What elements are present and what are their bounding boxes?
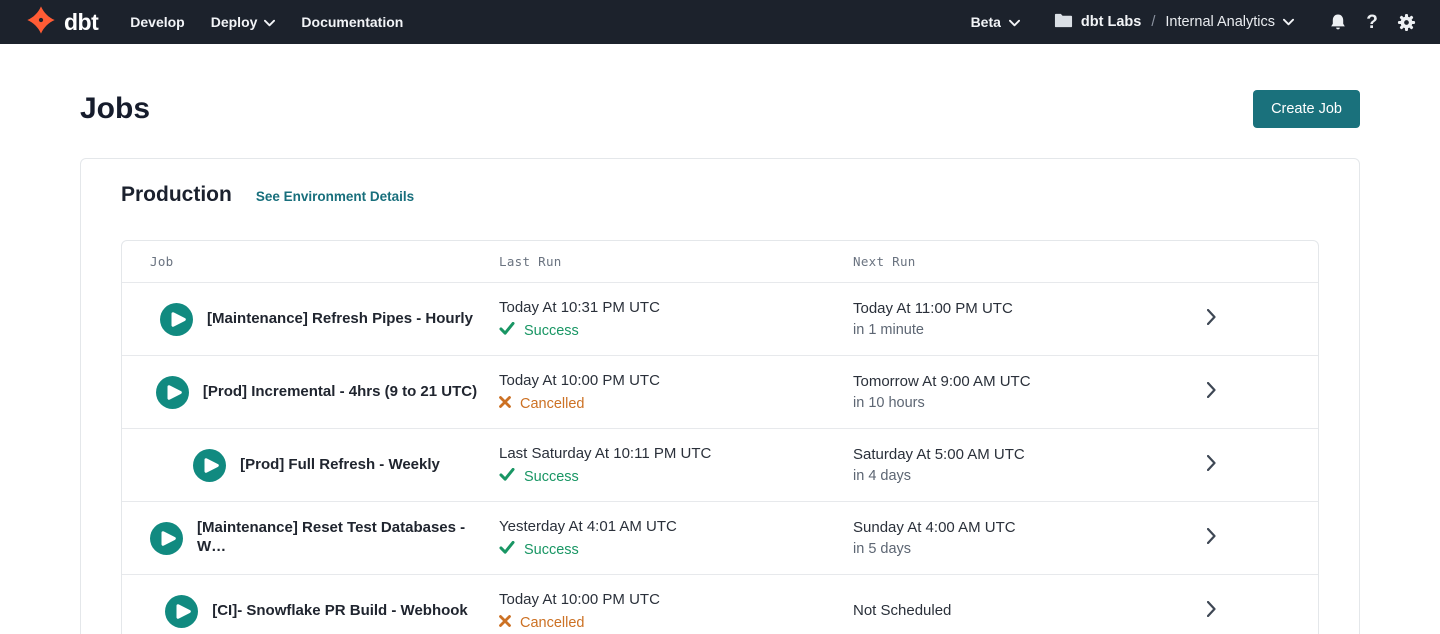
project-name: Internal Analytics [1165, 14, 1275, 30]
last-run-status: Success [499, 322, 853, 340]
table-row[interactable]: [Prod] Full Refresh - Weekly Last Saturd… [122, 428, 1318, 501]
table-row[interactable]: [Prod] Incremental - 4hrs (9 to 21 UTC) … [122, 355, 1318, 428]
column-header-next-run: Next Run [853, 254, 1104, 269]
environment-name: Production [121, 183, 232, 207]
create-job-button[interactable]: Create Job [1253, 90, 1360, 128]
status-label: Cancelled [520, 615, 585, 631]
next-run-relative: in 1 minute [853, 322, 1104, 339]
environment-card: Production See Environment Details Job L… [80, 158, 1360, 634]
job-name: [Maintenance] Reset Test Databases - W… [197, 519, 483, 557]
chevron-right-icon[interactable] [1207, 601, 1216, 622]
see-environment-details-link[interactable]: See Environment Details [256, 189, 414, 204]
chevron-down-icon [1283, 14, 1294, 30]
column-header-job: Job [122, 254, 499, 269]
environment-header: Production See Environment Details [121, 183, 1319, 207]
account-name: dbt Labs [1081, 14, 1141, 30]
last-run-time: Today At 10:31 PM UTC [499, 298, 853, 318]
navbar-icon-buttons: ? [1326, 10, 1418, 34]
dbt-logo-icon [26, 5, 56, 40]
last-run-status: Success [499, 541, 853, 559]
last-run-status: Cancelled [499, 395, 853, 413]
x-icon [499, 395, 511, 413]
next-run-time: Not Scheduled [853, 601, 1104, 621]
chevron-right-icon[interactable] [1207, 455, 1216, 476]
next-run-relative: in 5 days [853, 541, 1104, 558]
next-run-time: Sunday At 4:00 AM UTC [853, 518, 1104, 538]
nav-link-deploy[interactable]: Deploy [211, 14, 276, 30]
x-icon [499, 614, 511, 632]
table-header-row: Job Last Run Next Run [122, 241, 1318, 282]
nav-link-documentation[interactable]: Documentation [301, 14, 403, 30]
dbt-wordmark: dbt [64, 11, 98, 34]
chevron-right-icon[interactable] [1207, 382, 1216, 403]
chevron-down-icon [1009, 14, 1020, 30]
job-name: [Maintenance] Refresh Pipes - Hourly [207, 310, 473, 329]
job-name: [CI]- Snowflake PR Build - Webhook [212, 602, 468, 621]
check-icon [499, 468, 515, 486]
nav-link-label: Develop [130, 14, 184, 30]
last-run-time: Yesterday At 4:01 AM UTC [499, 517, 853, 537]
run-job-play-button[interactable] [156, 376, 189, 409]
navbar-right: Beta dbt Labs / Internal Analytics [971, 10, 1418, 34]
check-icon [499, 541, 515, 559]
column-header-last-run: Last Run [499, 254, 853, 269]
next-run-relative: in 4 days [853, 468, 1104, 485]
run-job-play-button[interactable] [193, 449, 226, 482]
gear-icon[interactable] [1394, 10, 1418, 34]
next-run-relative: in 10 hours [853, 395, 1104, 412]
status-label: Cancelled [520, 396, 585, 412]
last-run-time: Today At 10:00 PM UTC [499, 371, 853, 391]
next-run-time: Today At 11:00 PM UTC [853, 299, 1104, 319]
job-name: [Prod] Incremental - 4hrs (9 to 21 UTC) [203, 383, 477, 402]
run-job-play-button[interactable] [160, 303, 193, 336]
status-label: Success [524, 469, 579, 485]
main-content: Jobs Create Job Production See Environme… [0, 90, 1440, 634]
beta-label: Beta [971, 14, 1001, 30]
run-job-play-button[interactable] [150, 522, 183, 555]
next-run-time: Saturday At 5:00 AM UTC [853, 445, 1104, 465]
top-navbar: dbt Develop Deploy Documentation Beta db… [0, 0, 1440, 44]
table-row[interactable]: [CI]- Snowflake PR Build - Webhook Today… [122, 574, 1318, 634]
last-run-time: Last Saturday At 10:11 PM UTC [499, 444, 853, 464]
nav-links: Develop Deploy Documentation [130, 14, 403, 30]
last-run-time: Today At 10:00 PM UTC [499, 590, 853, 610]
path-separator: / [1151, 14, 1155, 30]
account-project-selector[interactable]: dbt Labs / Internal Analytics [1054, 13, 1294, 32]
table-row[interactable]: [Maintenance] Refresh Pipes - Hourly Tod… [122, 282, 1318, 355]
last-run-status: Cancelled [499, 614, 853, 632]
nav-link-label: Documentation [301, 14, 403, 30]
nav-link-label: Deploy [211, 14, 258, 30]
last-run-status: Success [499, 468, 853, 486]
page-header: Jobs Create Job [80, 90, 1360, 128]
check-icon [499, 322, 515, 340]
run-job-play-button[interactable] [165, 595, 198, 628]
page-title: Jobs [80, 92, 150, 126]
folder-icon [1054, 13, 1073, 32]
bell-icon[interactable] [1326, 10, 1350, 34]
chevron-down-icon [264, 14, 275, 30]
chevron-right-icon[interactable] [1207, 309, 1216, 330]
job-name: [Prod] Full Refresh - Weekly [240, 456, 440, 475]
table-row[interactable]: [Maintenance] Reset Test Databases - W… … [122, 501, 1318, 574]
jobs-table: Job Last Run Next Run [Maintenance] Refr… [121, 240, 1319, 634]
help-icon[interactable]: ? [1360, 10, 1384, 34]
next-run-time: Tomorrow At 9:00 AM UTC [853, 372, 1104, 392]
status-label: Success [524, 323, 579, 339]
question-mark: ? [1366, 13, 1378, 32]
beta-selector[interactable]: Beta [971, 14, 1020, 30]
nav-link-develop[interactable]: Develop [130, 14, 184, 30]
dbt-logo[interactable]: dbt [26, 5, 98, 40]
status-label: Success [524, 542, 579, 558]
chevron-right-icon[interactable] [1207, 528, 1216, 549]
